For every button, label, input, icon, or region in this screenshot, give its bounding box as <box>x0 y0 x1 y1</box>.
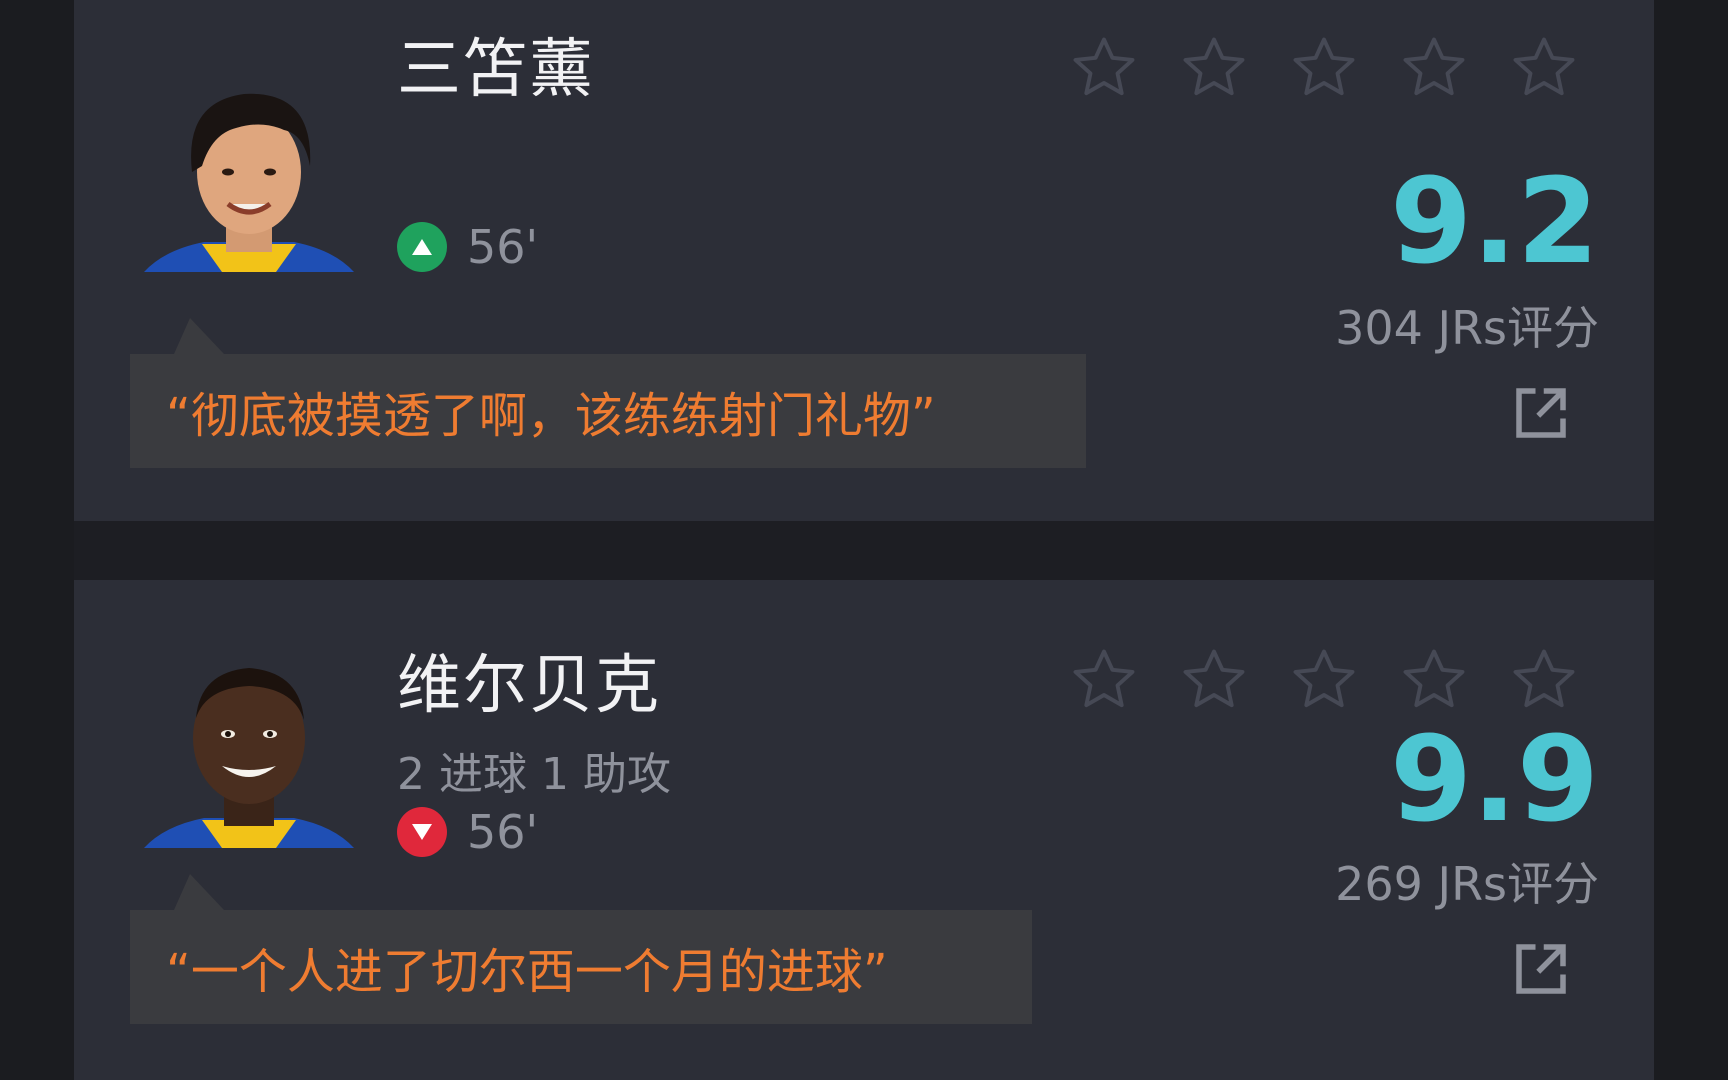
star-outline-icon[interactable] <box>1288 32 1360 104</box>
star-rating-input[interactable] <box>1068 32 1580 104</box>
star-outline-icon[interactable] <box>1068 32 1140 104</box>
star-outline-icon[interactable] <box>1508 32 1580 104</box>
hot-comment[interactable]: “彻底被摸透了啊，该练练射门礼物” <box>130 354 1086 468</box>
star-outline-icon[interactable] <box>1178 644 1250 716</box>
star-outline-icon[interactable] <box>1398 644 1470 716</box>
star-outline-icon[interactable] <box>1288 644 1360 716</box>
rating-count: 304 JRs评分 <box>1335 301 1599 355</box>
hot-comment-text: “彻底被摸透了啊，该练练射门礼物” <box>166 388 936 444</box>
triangle-down-icon <box>397 807 447 857</box>
rating-count: 269 JRs评分 <box>1335 857 1599 911</box>
average-rating: 9.2 <box>1389 152 1599 290</box>
hot-comment[interactable]: “一个人进了切尔西一个月的进球” <box>130 910 1032 1024</box>
star-rating-input[interactable] <box>1068 644 1580 716</box>
substitution-info: 56' <box>397 220 538 274</box>
share-external-icon[interactable] <box>1508 380 1574 446</box>
player-card[interactable]: 三笘薰 56' 9.2 304 JRs评分 “彻底被摸透了啊，该练练射门礼物” <box>74 0 1654 521</box>
player-avatar <box>144 62 354 272</box>
triangle-up-icon <box>397 222 447 272</box>
star-outline-icon[interactable] <box>1068 644 1140 716</box>
substitution-info: 56' <box>397 805 538 859</box>
player-avatar <box>144 638 354 848</box>
substitution-minute: 56' <box>467 220 539 274</box>
player-name: 维尔贝克 <box>397 649 661 723</box>
comment-bubble-tail <box>174 318 224 354</box>
player-card[interactable]: 维尔贝克 2 进球 1 助攻 56' 9.9 269 JRs评分 “一个人进了切… <box>74 580 1654 1080</box>
average-rating: 9.9 <box>1389 710 1599 848</box>
share-external-icon[interactable] <box>1508 936 1574 1002</box>
right-gutter <box>1654 0 1728 1080</box>
player-match-stats: 2 进球 1 助攻 <box>397 749 671 800</box>
hot-comment-text: “一个人进了切尔西一个月的进球” <box>166 944 888 1000</box>
player-name: 三笘薰 <box>397 33 595 107</box>
player-ratings-page: 三笘薰 56' 9.2 304 JRs评分 “彻底被摸透了啊，该练练射门礼物” … <box>0 0 1728 1080</box>
star-outline-icon[interactable] <box>1178 32 1250 104</box>
comment-bubble-tail <box>174 874 224 910</box>
star-outline-icon[interactable] <box>1398 32 1470 104</box>
substitution-minute: 56' <box>467 805 539 859</box>
left-gutter <box>0 0 74 1080</box>
star-outline-icon[interactable] <box>1508 644 1580 716</box>
